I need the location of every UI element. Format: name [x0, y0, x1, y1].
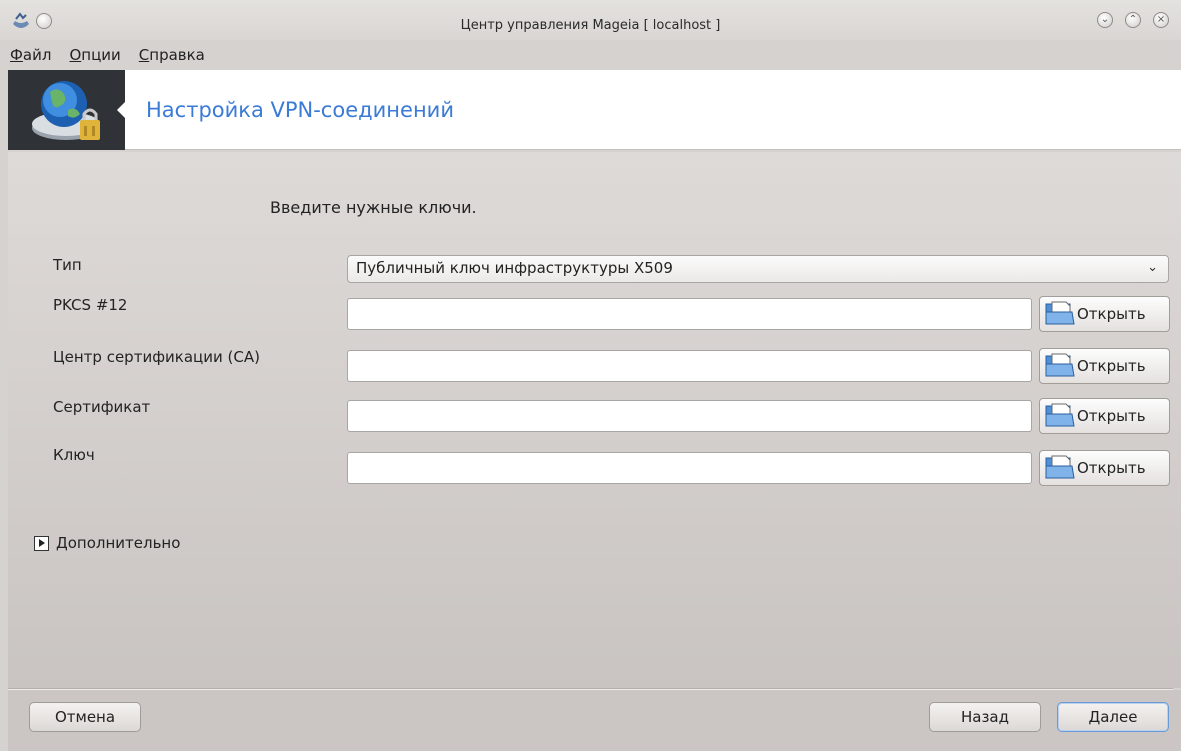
menu-help[interactable]: Справка: [131, 44, 213, 70]
pkcs12-open-label: Открыть: [1077, 305, 1146, 323]
pkcs12-input[interactable]: [347, 298, 1032, 330]
folder-open-icon: [1045, 403, 1075, 427]
chevron-down-icon: ⌄: [1147, 260, 1158, 275]
certificate-input[interactable]: [347, 400, 1032, 432]
menu-bar: Файл Опции Справка: [0, 44, 1181, 70]
window-title: Центр управления Mageia [ localhost ]: [460, 18, 721, 33]
expand-arrow-icon: [34, 535, 49, 551]
menu-options[interactable]: Опции: [61, 44, 128, 70]
key-open-label: Открыть: [1077, 459, 1146, 477]
maximize-icon[interactable]: ⌃: [1125, 12, 1141, 28]
minimize-icon[interactable]: ⌄: [1097, 12, 1113, 28]
certificate-label: Сертификат: [53, 398, 151, 416]
main-content: Введите нужные ключи. Тип Публичный ключ…: [8, 152, 1181, 688]
title-bar: Центр управления Mageia [ localhost ] ⌄ …: [0, 0, 1181, 40]
pkcs12-open-button[interactable]: Открыть: [1039, 296, 1170, 332]
key-input[interactable]: [347, 452, 1032, 484]
certificate-open-label: Открыть: [1077, 407, 1146, 425]
type-select-value: Публичный ключ инфраструктуры X509: [356, 259, 673, 277]
type-select[interactable]: Публичный ключ инфраструктуры X509 ⌄: [347, 255, 1169, 283]
back-button[interactable]: Назад: [929, 702, 1041, 732]
ca-input[interactable]: [347, 350, 1032, 382]
type-label: Тип: [53, 256, 82, 274]
certificate-open-button[interactable]: Открыть: [1039, 398, 1170, 434]
page-title: Настройка VPN-соединений: [146, 98, 454, 122]
banner-notch: [117, 100, 127, 120]
banner: Настройка VPN-соединений: [8, 70, 1181, 150]
key-label: Ключ: [53, 446, 95, 464]
cancel-button[interactable]: Отмена: [29, 702, 141, 732]
advanced-label: Дополнительно: [56, 534, 181, 552]
menu-help-accel: С: [138, 46, 150, 64]
menu-file-accel: Ф: [10, 46, 23, 64]
ca-open-label: Открыть: [1077, 357, 1146, 375]
menu-help-label: правка: [149, 46, 205, 64]
menu-file-label: айл: [22, 46, 52, 64]
ca-label: Центр сертификации (CA): [53, 348, 260, 366]
close-icon[interactable]: ×: [1153, 12, 1169, 28]
instruction-text: Введите нужные ключи.: [270, 198, 477, 217]
menu-file[interactable]: Файл: [2, 44, 59, 70]
folder-open-icon: [1045, 353, 1075, 377]
folder-open-icon: [1045, 301, 1075, 325]
folder-open-icon: [1045, 455, 1075, 479]
pkcs12-label: PKCS #12: [53, 296, 128, 314]
menu-options-accel: О: [69, 46, 82, 64]
banner-icon-area: [8, 70, 125, 150]
menu-options-label: пции: [81, 46, 121, 64]
advanced-expander[interactable]: Дополнительно: [34, 534, 180, 552]
network-lock-icon: [32, 81, 100, 140]
key-open-button[interactable]: Открыть: [1039, 450, 1170, 486]
ca-open-button[interactable]: Открыть: [1039, 348, 1170, 384]
footer: Отмена Назад Далее: [8, 690, 1181, 751]
next-button[interactable]: Далее: [1057, 702, 1169, 732]
